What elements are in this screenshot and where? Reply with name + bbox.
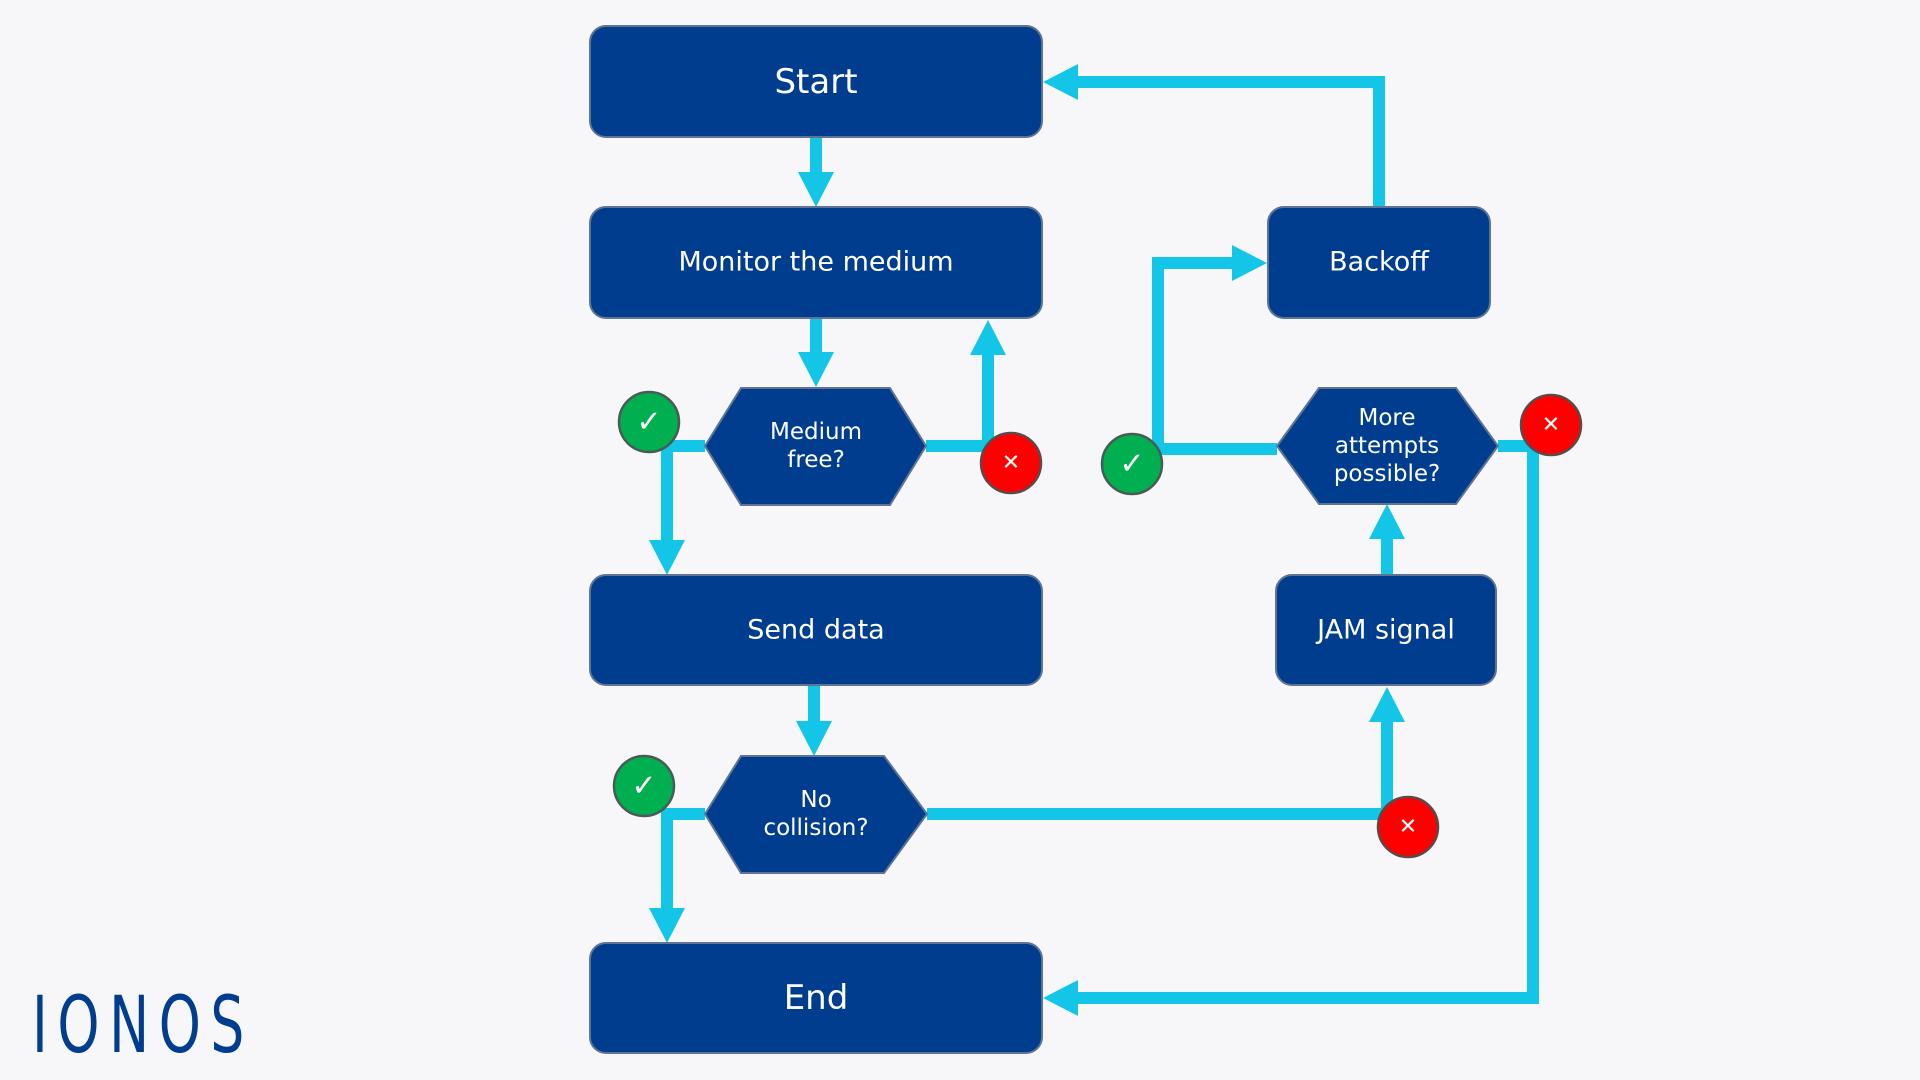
cross-icon: ✕ bbox=[1002, 451, 1020, 476]
node-backoff: Backoff bbox=[1267, 206, 1491, 319]
no-collision-label-line1: No bbox=[800, 787, 831, 813]
cross-icon: ✕ bbox=[1399, 815, 1417, 840]
node-start: Start bbox=[589, 25, 1043, 138]
backoff-label: Backoff bbox=[1329, 247, 1430, 278]
more-attempts-label-line2: attempts bbox=[1335, 433, 1439, 459]
medium-free-label-line2: free? bbox=[787, 447, 845, 473]
start-label: Start bbox=[774, 62, 857, 102]
arrowhead-no-collision-yes bbox=[649, 908, 685, 943]
arrowhead-medium-free-no bbox=[970, 320, 1006, 355]
edge-no-collision-yes bbox=[661, 808, 705, 913]
badge-more-attempts-no: ✕ bbox=[1519, 393, 1583, 457]
arrowhead-medium-free-yes bbox=[649, 540, 685, 575]
edge-more-attempts-yes bbox=[1152, 257, 1277, 455]
decision-no-collision: No collision? bbox=[703, 755, 929, 874]
flowchart: Start Monitor the medium Send data End B… bbox=[32, 25, 1583, 1071]
decision-more-attempts: More attempts possible? bbox=[1275, 387, 1500, 505]
check-icon: ✓ bbox=[631, 769, 656, 804]
end-label: End bbox=[784, 978, 849, 1018]
ionos-logo: IONOS bbox=[32, 981, 254, 1071]
monitor-label: Monitor the medium bbox=[678, 247, 953, 278]
node-send-data: Send data bbox=[589, 574, 1043, 686]
node-monitor: Monitor the medium bbox=[589, 206, 1043, 319]
arrowhead-start-monitor bbox=[798, 172, 834, 207]
no-collision-label-line2: collision? bbox=[763, 815, 868, 841]
more-attempts-label-line3: possible? bbox=[1334, 461, 1440, 487]
edge-backoff-start bbox=[1074, 76, 1385, 207]
arrowhead-jam-more-attempts bbox=[1369, 504, 1405, 539]
edge-medium-free-yes bbox=[661, 440, 705, 545]
edge-medium-free-no bbox=[926, 352, 994, 452]
node-jam-signal: JAM signal bbox=[1275, 574, 1497, 686]
send-data-label: Send data bbox=[747, 615, 884, 646]
arrowhead-more-attempts-yes bbox=[1232, 245, 1267, 281]
badge-more-attempts-yes: ✓ bbox=[1100, 432, 1164, 496]
medium-free-label-line1: Medium bbox=[770, 419, 862, 445]
arrowhead-more-attempts-no bbox=[1043, 980, 1078, 1016]
badge-no-collision-yes: ✓ bbox=[612, 754, 676, 818]
more-attempts-label-line1: More bbox=[1358, 405, 1415, 431]
check-icon: ✓ bbox=[1119, 447, 1144, 482]
arrowhead-monitor-medium-free bbox=[798, 352, 834, 387]
arrowhead-send-no-collision bbox=[796, 721, 832, 756]
edge-no-collision-no bbox=[927, 718, 1393, 820]
badge-medium-free-yes: ✓ bbox=[617, 390, 681, 454]
cross-icon: ✕ bbox=[1542, 413, 1560, 438]
edge-more-attempts-no bbox=[1078, 440, 1539, 1004]
node-end: End bbox=[589, 942, 1043, 1054]
decision-medium-free: Medium free? bbox=[703, 387, 928, 506]
arrowhead-backoff-start bbox=[1043, 64, 1078, 100]
jam-signal-label: JAM signal bbox=[1315, 615, 1455, 646]
badge-no-collision-no: ✕ bbox=[1376, 795, 1440, 859]
arrowhead-no-collision-no bbox=[1369, 687, 1405, 722]
badge-medium-free-no: ✕ bbox=[979, 431, 1043, 495]
check-icon: ✓ bbox=[636, 405, 661, 440]
